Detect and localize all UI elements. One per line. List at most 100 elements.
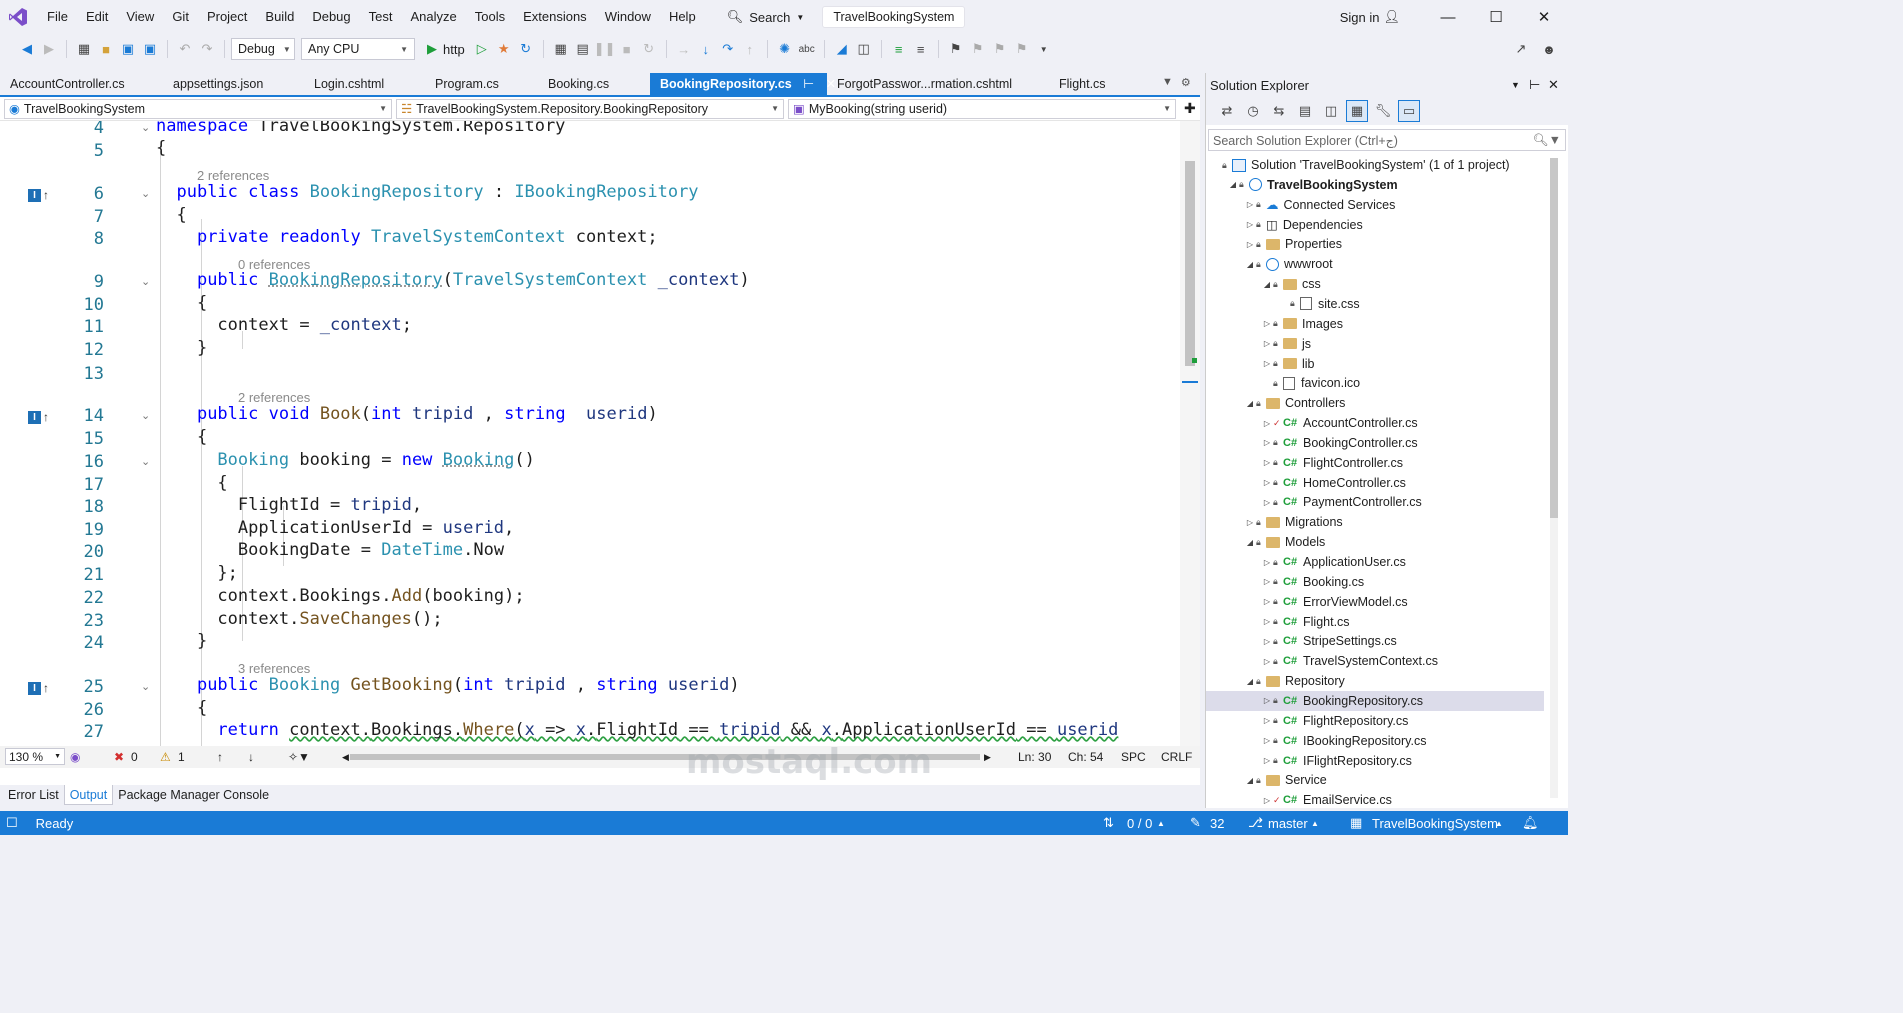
expand-right-icon[interactable]: ▷ [1261, 617, 1273, 626]
sync-icon[interactable]: ⇄ [1216, 100, 1238, 122]
menu-test[interactable]: Test [360, 0, 402, 34]
implements-marker[interactable]: I ↑ [28, 188, 49, 202]
tree-item[interactable]: ▷ 🔒︎ C# Booking.cs [1206, 572, 1544, 592]
pin-icon[interactable]: ⊢ [1529, 77, 1540, 93]
bookmark-clear-icon[interactable]: ⚑ [1011, 38, 1033, 60]
expand-right-icon[interactable]: ▷ [1261, 359, 1273, 368]
indent-icon[interactable]: ≡ [910, 38, 932, 60]
error-icon[interactable]: ✖ [114, 750, 124, 764]
tree-item[interactable]: ▷ ✓ C# EmailService.cs [1206, 790, 1544, 810]
scroll-left-icon[interactable]: ◀ [342, 752, 349, 763]
tab-booking[interactable]: Booking.cs [538, 73, 650, 95]
expand-down-icon[interactable]: ◢ [1244, 260, 1256, 269]
tab-bookingrepository[interactable]: BookingRepository.cs ⊢ ✕ [650, 73, 836, 95]
expand-right-icon[interactable]: ▷ [1261, 458, 1273, 467]
tab-output[interactable]: Output [63, 785, 114, 805]
expand-down-icon[interactable]: ◢ [1244, 776, 1256, 785]
history-icon[interactable]: ◷ [1242, 100, 1264, 122]
tree-item[interactable]: ▷ 🔒︎ C# ErrorViewModel.cs [1206, 592, 1544, 612]
preview-icon[interactable]: ▭ [1398, 100, 1420, 122]
tab-package-manager-console[interactable]: Package Manager Console [113, 785, 274, 805]
tree-item[interactable]: ▷ 🔒︎ C# BookingRepository.cs [1206, 690, 1544, 711]
tree-item[interactable]: 🔒︎ favicon.ico [1206, 373, 1544, 393]
scrollbar-thumb[interactable] [1185, 161, 1195, 366]
fold-chevron-icon[interactable]: ⌄ [141, 680, 150, 693]
expand-right-icon[interactable]: ▷ [1261, 478, 1273, 487]
expand-right-icon[interactable]: ▷ [1261, 419, 1273, 428]
solution-explorer-search-input[interactable]: Search Solution Explorer (Ctrl+ج) 🔍︎▼ [1208, 129, 1566, 151]
warning-icon[interactable]: ⚠ [160, 750, 171, 764]
solution-explorer-scrollbar[interactable] [1550, 158, 1558, 798]
collapse-all-icon[interactable]: ▤ [1294, 100, 1316, 122]
bookmark-next-icon[interactable]: ⚑ [989, 38, 1011, 60]
expand-down-icon[interactable]: ◢ [1261, 280, 1273, 289]
menu-window[interactable]: Window [596, 0, 660, 34]
tab-error-list[interactable]: Error List [3, 785, 64, 805]
step-over-icon[interactable]: ↷ [717, 38, 739, 60]
changes-count[interactable]: 0 / 0 [1127, 816, 1152, 831]
zoom-dropdown[interactable]: 130 % ▼ [5, 748, 65, 765]
split-editor-icon[interactable]: ✚ [1184, 100, 1196, 117]
step-into-icon[interactable]: ↓ [695, 38, 717, 60]
spell-check-icon[interactable]: abc [796, 38, 818, 60]
tree-item[interactable]: ▷ 🔒︎ C# PaymentController.cs [1206, 492, 1544, 512]
compare-icon[interactable]: ◫ [853, 38, 875, 60]
column-indicator[interactable]: Ch: 54 [1068, 750, 1103, 764]
tree-item[interactable]: ◢ 🔒︎ Models [1206, 532, 1544, 552]
menu-analyze[interactable]: Analyze [401, 0, 465, 34]
redo-icon[interactable]: ↷ [196, 38, 218, 60]
scroll-right-icon[interactable]: ▶ [984, 752, 991, 763]
tree-item[interactable]: ◢ 🔒︎ Controllers [1206, 393, 1544, 413]
fold-chevron-icon[interactable]: ⌄ [141, 409, 150, 422]
close-window-button[interactable]: ✕ [1520, 0, 1568, 34]
bookmark-prev-icon[interactable]: ⚑ [967, 38, 989, 60]
expand-right-icon[interactable]: ▷ [1261, 716, 1273, 725]
branch-icon[interactable]: ⎇ [1248, 815, 1263, 831]
expand-right-icon[interactable]: ▷ [1261, 558, 1273, 567]
toolbar-overflow-icon[interactable]: ▼ [1033, 38, 1055, 60]
copilot-icon[interactable]: ◉ [70, 750, 80, 764]
bookmark-icon[interactable]: ⚑ [945, 38, 967, 60]
restart-debug-icon[interactable]: ↻ [638, 38, 660, 60]
tree-item[interactable]: ▷ 🔒︎ C# StripeSettings.cs [1206, 631, 1544, 651]
browse-folder-icon[interactable]: ▦ [550, 38, 572, 60]
expand-down-icon[interactable]: ◢ [1244, 399, 1256, 408]
fold-chevron-icon[interactable]: ⌄ [141, 455, 150, 468]
properties-icon[interactable]: 🔧︎ [1372, 100, 1394, 122]
expand-right-icon[interactable]: ▷ [1261, 498, 1273, 507]
show-next-statement-icon[interactable]: → [673, 38, 695, 60]
tree-item[interactable]: ▷ ✓ C# AccountController.cs [1206, 413, 1544, 433]
new-project-icon[interactable]: ▦ [73, 38, 95, 60]
changes-icon[interactable]: ⇅ [1103, 815, 1114, 831]
expand-down-icon[interactable]: ◢ [1244, 538, 1256, 547]
platform-dropdown[interactable]: Any CPU ▼ [301, 38, 415, 60]
tree-item[interactable]: ▷ 🔒︎ C# ApplicationUser.cs [1206, 552, 1544, 572]
step-out-icon[interactable]: ↑ [739, 38, 761, 60]
tab-accountcontroller[interactable]: AccountController.cs [0, 73, 163, 95]
member-dropdown[interactable]: ▣ MyBooking(string userid) ▼ [788, 98, 1176, 119]
menu-extensions[interactable]: Extensions [514, 0, 596, 34]
show-all-files-icon[interactable]: ◫ [1320, 100, 1342, 122]
undo-icon[interactable]: ↶ [174, 38, 196, 60]
tree-item[interactable]: ▷ 🔒︎ C# IBookingRepository.cs [1206, 731, 1544, 751]
run-without-debugging-icon[interactable]: ▷ [471, 38, 493, 60]
statusbar-solution-name[interactable]: TravelBookingSystem [1372, 816, 1498, 831]
tree-item[interactable]: ▷ 🔒︎ Images [1206, 314, 1544, 334]
implements-marker[interactable]: I ↑ [28, 681, 49, 695]
layout-icon[interactable]: ▤ [572, 38, 594, 60]
tree-item[interactable]: ▷ 🔒︎ ◫ Dependencies [1206, 215, 1544, 235]
share-icon[interactable]: ↗ [1510, 38, 1532, 60]
tree-item[interactable]: 🔒︎ Solution 'TravelBookingSystem' (1 of 1… [1206, 155, 1544, 175]
expand-down-icon[interactable]: ◢ [1244, 677, 1256, 686]
expand-right-icon[interactable]: ▷ [1261, 339, 1273, 348]
line-ending-indicator[interactable]: CRLF [1161, 750, 1192, 764]
tree-item[interactable]: ◢ 🔒︎ css [1206, 274, 1544, 294]
gear-icon[interactable]: ⚙ [1181, 76, 1191, 89]
expand-right-icon[interactable]: ▷ [1261, 696, 1273, 705]
tree-item[interactable]: ▷ 🔒︎ C# BookingController.cs [1206, 433, 1544, 453]
expand-right-icon[interactable]: ▷ [1244, 200, 1256, 209]
sign-in-button[interactable]: Sign in 👤︎ [1340, 9, 1400, 25]
pencil-icon[interactable]: ✎ [1190, 815, 1201, 831]
expand-right-icon[interactable]: ▷ [1261, 577, 1273, 586]
project-dropdown[interactable]: ◉ TravelBookingSystem ▼ [4, 98, 392, 119]
